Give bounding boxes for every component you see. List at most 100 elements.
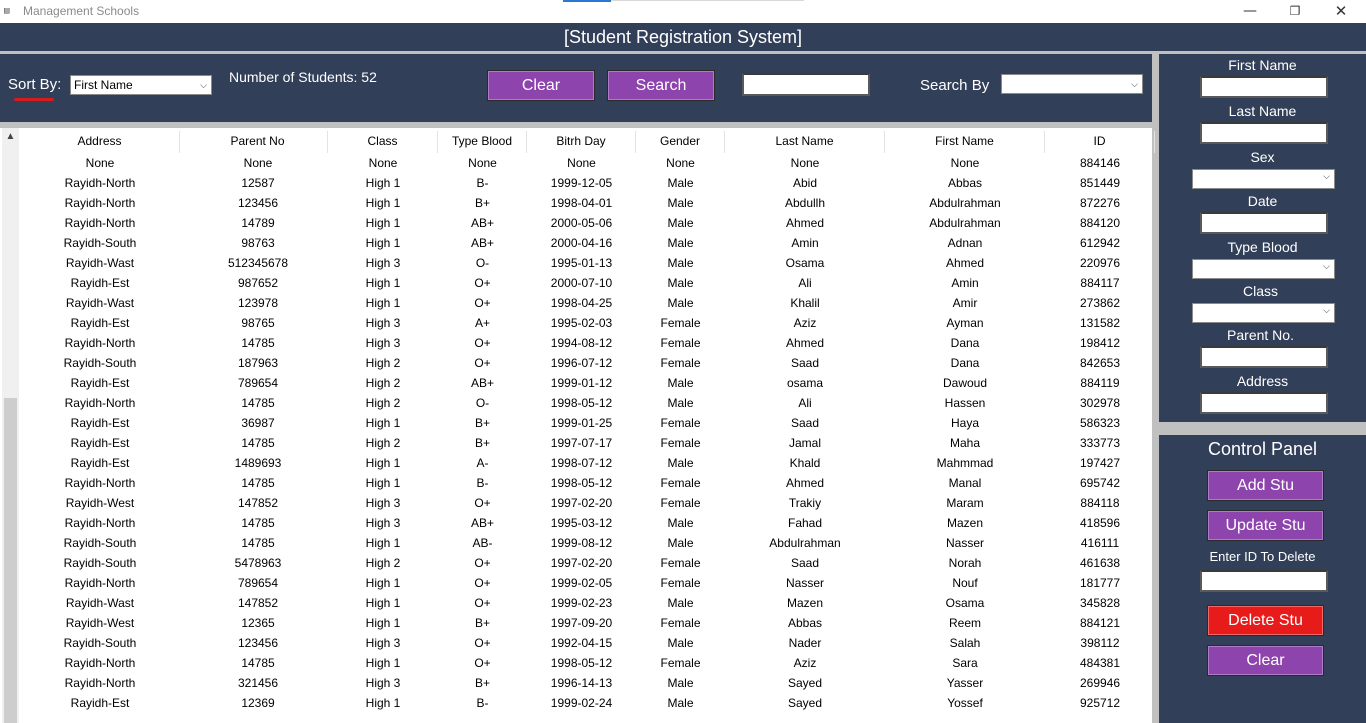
cell-last-name: Abdullh <box>784 196 826 210</box>
table-row[interactable]: Rayidh-Est 987652 High 1 O+ 2000-07-10 Male Al… <box>20 273 1152 293</box>
cell-type-blood: B+ <box>474 416 490 430</box>
close-button[interactable]: ✕ <box>1318 0 1364 22</box>
maximize-button[interactable]: ❐ <box>1272 0 1318 22</box>
cell-id: 884118 <box>1080 496 1120 510</box>
table-row[interactable]: Rayidh-West 12365 High 1 B+ 1997-09-20 Female… <box>20 613 1152 633</box>
cell-class: High 1 <box>365 576 401 590</box>
cell-class: High 3 <box>365 316 401 330</box>
delete-id-input[interactable] <box>1200 570 1328 592</box>
cell-id: 345828 <box>1079 596 1121 610</box>
cell-id: 884121 <box>1079 616 1121 630</box>
table-row[interactable]: Rayidh-North 321456 High 3 B+ 1996-14-13 Male… <box>20 673 1152 693</box>
search-input[interactable] <box>742 73 870 96</box>
add-student-button[interactable]: Add Stu <box>1207 470 1324 501</box>
table-row[interactable]: Rayidh-North 14785 High 2 O- 1998-05-12 Male A… <box>20 393 1152 413</box>
cell-gender: Male <box>667 216 694 230</box>
table-row[interactable]: Rayidh-Est 14785 High 2 B+ 1997-07-17 Female J… <box>20 433 1152 453</box>
cell-first-name: Norah <box>948 556 982 570</box>
column-header-type-blood[interactable]: Type Blood <box>438 131 527 153</box>
table-row[interactable]: Rayidh-Est 98765 High 3 A+ 1995-02-03 Female A… <box>20 313 1152 333</box>
table-row[interactable]: Rayidh-South 187963 High 2 O+ 1996-07-12 Fema… <box>20 353 1152 373</box>
sort-label-underline <box>14 98 54 101</box>
table-row[interactable]: Rayidh-South 5478963 High 2 O+ 1997-02-20 Fem… <box>20 553 1152 573</box>
table-row[interactable]: Rayidh-North 14785 High 1 B- 1998-05-12 Femal… <box>20 473 1152 493</box>
search-by-select[interactable]: ⌵ <box>1001 74 1143 94</box>
sort-by-value: First Name <box>74 78 133 92</box>
cell-class: High 1 <box>365 296 401 310</box>
table-row[interactable]: Rayidh-North 14785 High 1 O+ 1998-05-12 Femal… <box>20 653 1152 673</box>
cell-type-blood: B- <box>476 476 489 490</box>
cell-id: 333773 <box>1079 436 1121 450</box>
parent-no-input[interactable] <box>1200 346 1328 368</box>
search-button[interactable]: Search <box>607 70 715 101</box>
table-row[interactable]: Rayidh-Wast 512345678 High 3 O- 1995-01-13 Ma… <box>20 253 1152 273</box>
column-header-birth-day[interactable]: Bitrh Day <box>527 131 636 153</box>
table-row[interactable]: Rayidh-Est 12369 High 1 B- 1999-02-24 Male Say… <box>20 693 1152 713</box>
cell-first-name: Ahmed <box>945 256 985 270</box>
table-row[interactable]: Rayidh-South 14785 High 1 AB- 1999-08-12 Male… <box>20 533 1152 553</box>
table-row[interactable]: Rayidh-South 98763 High 1 AB+ 2000-04-16 Male… <box>20 233 1152 253</box>
address-input[interactable] <box>1200 392 1328 414</box>
cell-first-name: Nouf <box>952 576 978 590</box>
cell-address: Rayidh-North <box>64 516 136 530</box>
table-row[interactable]: Rayidh-North 14785 High 3 AB+ 1995-03-12 Male… <box>20 513 1152 533</box>
table-row[interactable]: Rayidh-South 123456 High 3 O+ 1992-04-15 Male… <box>20 633 1152 653</box>
cell-birth-day: 1995-03-12 <box>550 516 613 530</box>
delete-student-button[interactable]: Delete Stu <box>1207 605 1324 636</box>
cell-id: 884117 <box>1080 276 1120 290</box>
sex-select[interactable]: ⌵ <box>1192 169 1335 189</box>
column-header-first-name[interactable]: First Name <box>885 131 1045 153</box>
cell-class: High 2 <box>365 556 401 570</box>
cell-class: High 3 <box>365 516 401 530</box>
table-row[interactable]: Rayidh-Est 789654 High 2 AB+ 1999-01-12 Male o… <box>20 373 1152 393</box>
table-row[interactable]: None None None None None None None None 884146 <box>20 153 1152 173</box>
column-header-gender[interactable]: Gender <box>636 131 725 153</box>
cell-birth-day: 1998-05-12 <box>550 656 613 670</box>
update-student-button[interactable]: Update Stu <box>1207 510 1324 541</box>
cell-parent-no: 14785 <box>241 336 275 350</box>
cell-first-name: Dawoud <box>942 376 988 390</box>
sort-by-select[interactable]: First Name ⌵ <box>70 75 212 95</box>
cell-first-name: Hassen <box>944 396 986 410</box>
scroll-up-arrow-icon[interactable]: ▲ <box>2 128 19 146</box>
chevron-down-icon: ⌵ <box>1323 261 1330 271</box>
column-header-parent-no[interactable]: Parent No <box>188 131 328 153</box>
class-select[interactable]: ⌵ <box>1192 303 1335 323</box>
cell-last-name: Khald <box>789 456 821 470</box>
column-header-last-name[interactable]: Last Name <box>725 131 885 153</box>
cell-first-name: Maram <box>946 496 984 510</box>
clear-search-button[interactable]: Clear <box>487 70 595 101</box>
column-header-class[interactable]: Class <box>328 131 438 153</box>
cell-id: 695742 <box>1079 476 1121 490</box>
table-row[interactable]: Rayidh-North 14785 High 3 O+ 1994-08-12 Femal… <box>20 333 1152 353</box>
cell-gender: Male <box>667 276 694 290</box>
table-row[interactable]: Rayidh-North 14789 High 1 AB+ 2000-05-06 Male… <box>20 213 1152 233</box>
table-row[interactable]: Rayidh-Wast 147852 High 1 O+ 1999-02-23 Male M… <box>20 593 1152 613</box>
clear-form-button[interactable]: Clear <box>1207 645 1324 676</box>
cell-parent-no: 98763 <box>241 236 275 250</box>
table-row[interactable]: Rayidh-Est 36987 High 1 B+ 1999-01-25 Female S… <box>20 413 1152 433</box>
table-row[interactable]: Rayidh-North 789654 High 1 O+ 1999-02-05 Fema… <box>20 573 1152 593</box>
column-header-id[interactable]: ID <box>1045 131 1155 153</box>
cell-id: 872276 <box>1079 196 1121 210</box>
table-row[interactable]: Rayidh-North 12587 High 1 B- 1999-12-05 Male A… <box>20 173 1152 193</box>
cell-address: Rayidh-South <box>63 236 137 250</box>
minimize-button[interactable]: — <box>1227 0 1273 22</box>
page-title: [Student Registration System] <box>563 27 803 47</box>
date-input[interactable] <box>1200 212 1328 234</box>
table-row[interactable]: Rayidh-Wast 123978 High 1 O+ 1998-04-25 Male K… <box>20 293 1152 313</box>
cell-birth-day: 2000-04-16 <box>550 236 613 250</box>
cell-birth-day: 1999-02-23 <box>550 596 613 610</box>
cell-class: High 1 <box>365 416 401 430</box>
column-header-address[interactable]: Address <box>20 131 180 153</box>
table-row[interactable]: Rayidh-Est 1489693 High 1 A- 1998-07-12 Male K… <box>20 453 1152 473</box>
table-row[interactable]: Rayidh-North 123456 High 1 B+ 1998-04-01 Male… <box>20 193 1152 213</box>
table-row[interactable]: Rayidh-West 147852 High 3 O+ 1997-02-20 Femal… <box>20 493 1152 513</box>
type-blood-select[interactable]: ⌵ <box>1192 259 1335 279</box>
cell-last-name: Nasser <box>785 576 824 590</box>
scrollbar-thumb[interactable] <box>4 398 17 723</box>
cell-id: 884119 <box>1080 376 1120 390</box>
cell-last-name: Aziz <box>793 656 817 670</box>
last-name-input[interactable] <box>1200 122 1328 144</box>
first-name-input[interactable] <box>1200 76 1328 98</box>
